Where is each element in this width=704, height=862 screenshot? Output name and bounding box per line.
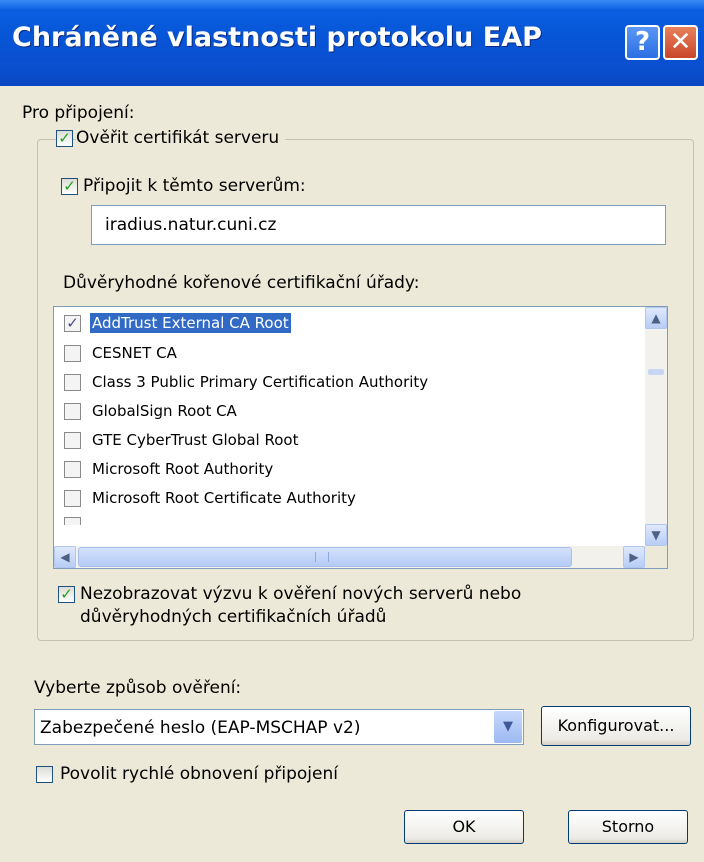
ca-item-label: CESNET CA [92, 344, 177, 362]
ca-item-checkbox[interactable] [64, 374, 81, 391]
ca-item-label: GTE CyberTrust Global Root [92, 431, 299, 449]
scrollbar-thumb[interactable] [78, 547, 572, 567]
ca-item-checkbox[interactable]: ✓ [64, 315, 81, 332]
server-name-value: iradius.natur.cuni.cz [105, 215, 277, 235]
ca-item-checkbox[interactable] [64, 432, 81, 449]
chevron-up-icon[interactable]: ▲ [645, 307, 667, 329]
connect-label: Pro připojení: [22, 103, 135, 123]
ok-button[interactable]: OK [404, 810, 524, 844]
checkmark-icon: ✓ [60, 585, 73, 603]
ca-item-checkbox[interactable] [64, 490, 81, 507]
ca-item-checkbox [64, 517, 81, 525]
horizontal-scrollbar[interactable]: ◀ ▶ [54, 546, 645, 568]
chevron-down-icon[interactable]: ▼ [645, 524, 667, 546]
ca-item-label: Microsoft Root Authority [92, 460, 274, 478]
verify-cert-label: Ověřit certifikát serveru [76, 128, 286, 148]
trusted-ca-list[interactable]: ✓ AddTrust External CA Root CESNET CA Cl… [53, 306, 668, 569]
grip-icon [315, 552, 329, 562]
close-button[interactable]: ✕ [663, 25, 698, 60]
ca-item-checkbox[interactable] [64, 345, 81, 362]
chevron-down-icon[interactable]: ▼ [494, 711, 522, 743]
trusted-ca-label: Důvěryhodné kořenové certifikační úřady: [63, 273, 420, 293]
connect-servers-label: Připojit k těmto serverům: [83, 176, 306, 196]
scrollbar-corner [645, 546, 667, 568]
ca-list-item[interactable]: Class 3 Public Primary Certification Aut… [64, 370, 624, 396]
title-bar: Chráněné vlastnosti protokolu EAP ? ✕ [0, 0, 704, 86]
ca-item-checkbox[interactable] [64, 403, 81, 420]
checkmark-icon: ✓ [58, 129, 71, 147]
ca-item-label: AddTrust External CA Root [90, 313, 291, 333]
fast-reconnect-label: Povolit rychlé obnovení připojení [60, 764, 338, 784]
fast-reconnect-checkbox[interactable] [36, 766, 53, 783]
no-prompt-checkbox[interactable]: ✓ [58, 586, 75, 603]
auth-method-select[interactable]: Zabezpečené heslo (EAP-MSCHAP v2) ▼ [34, 709, 524, 745]
no-prompt-label-line1: Nezobrazovat výzvu k ověření nových serv… [80, 584, 522, 604]
ca-list-item[interactable]: GTE CyberTrust Global Root [64, 428, 624, 454]
checkmark-icon: ✓ [66, 314, 79, 332]
connect-servers-checkbox[interactable]: ✓ [61, 178, 78, 195]
no-prompt-label-line2: důvěryhodných certifikačních úřadů [80, 607, 387, 627]
ca-list-item[interactable]: ✓ AddTrust External CA Root [64, 311, 624, 337]
chevron-right-icon[interactable]: ▶ [623, 546, 645, 568]
window-title: Chráněné vlastnosti protokolu EAP [12, 22, 542, 53]
ca-list-item-partial [64, 515, 624, 525]
checkmark-icon: ✓ [63, 177, 76, 195]
ca-item-label: Class 3 Public Primary Certification Aut… [92, 373, 429, 391]
chevron-left-icon[interactable]: ◀ [54, 546, 76, 568]
vertical-scrollbar[interactable]: ▲ ▼ [645, 307, 667, 546]
auth-method-label: Vyberte způsob ověření: [34, 678, 242, 698]
ca-item-label: Microsoft Root Certificate Authority [92, 489, 356, 507]
eap-properties-dialog: Chráněné vlastnosti protokolu EAP ? ✕ Pr… [0, 0, 704, 862]
scrollbar-thumb[interactable] [648, 369, 664, 375]
configure-button[interactable]: Konfigurovat... [541, 706, 691, 746]
ca-item-label: GlobalSign Root CA [92, 402, 237, 420]
server-name-input[interactable]: iradius.natur.cuni.cz [91, 205, 666, 245]
ca-list-item[interactable]: Microsoft Root Authority [64, 457, 624, 483]
ca-list-item[interactable]: Microsoft Root Certificate Authority [64, 486, 624, 512]
verify-cert-checkbox[interactable]: ✓ [56, 130, 73, 147]
cancel-button[interactable]: Storno [568, 810, 688, 844]
ca-list-item[interactable]: GlobalSign Root CA [64, 399, 624, 425]
auth-method-value: Zabezpečené heslo (EAP-MSCHAP v2) [40, 718, 361, 738]
help-button[interactable]: ? [625, 25, 660, 60]
ca-list-item[interactable]: CESNET CA [64, 341, 624, 367]
ca-item-checkbox[interactable] [64, 461, 81, 478]
